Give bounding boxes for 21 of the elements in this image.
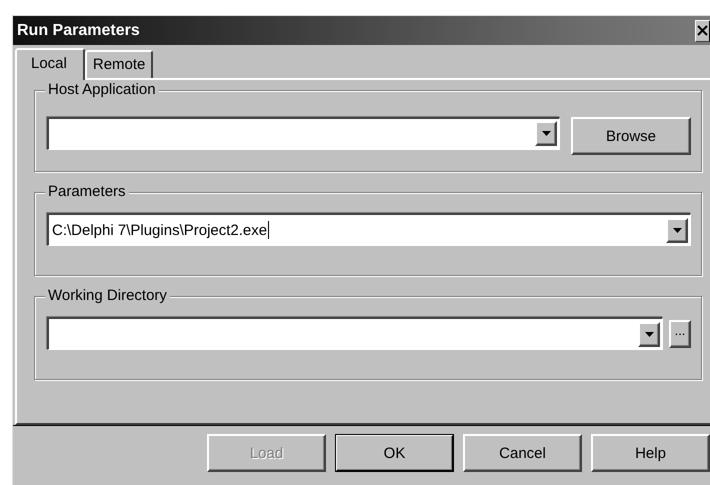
group-label: Working Directory xyxy=(45,287,170,305)
tab[interactable]: Local xyxy=(15,48,85,80)
group-label: Host Application xyxy=(45,81,159,99)
combo-box[interactable] xyxy=(47,317,663,350)
dialog-button[interactable]: OK xyxy=(335,434,454,472)
close-button[interactable] xyxy=(695,20,710,42)
dialog-button[interactable]: Help xyxy=(591,434,710,472)
dropdown-button[interactable] xyxy=(535,121,557,146)
close-icon xyxy=(697,25,709,36)
tab[interactable]: Remote xyxy=(84,50,154,78)
caret-icon xyxy=(644,332,654,336)
caret-icon xyxy=(672,228,682,232)
browse-button[interactable]: Browse xyxy=(571,117,691,155)
dialog-button[interactable]: Cancel xyxy=(463,434,582,472)
caret-icon xyxy=(542,131,550,136)
combo-box[interactable]: C:\Delphi 7\Plugins\Project2.exe xyxy=(47,213,691,246)
combo-box[interactable] xyxy=(47,116,560,150)
ellipsis-button[interactable]: ... xyxy=(669,320,691,348)
dropdown-button[interactable] xyxy=(666,218,688,242)
dropdown-button[interactable] xyxy=(638,322,660,346)
window-title: Run Parameters xyxy=(17,22,140,40)
